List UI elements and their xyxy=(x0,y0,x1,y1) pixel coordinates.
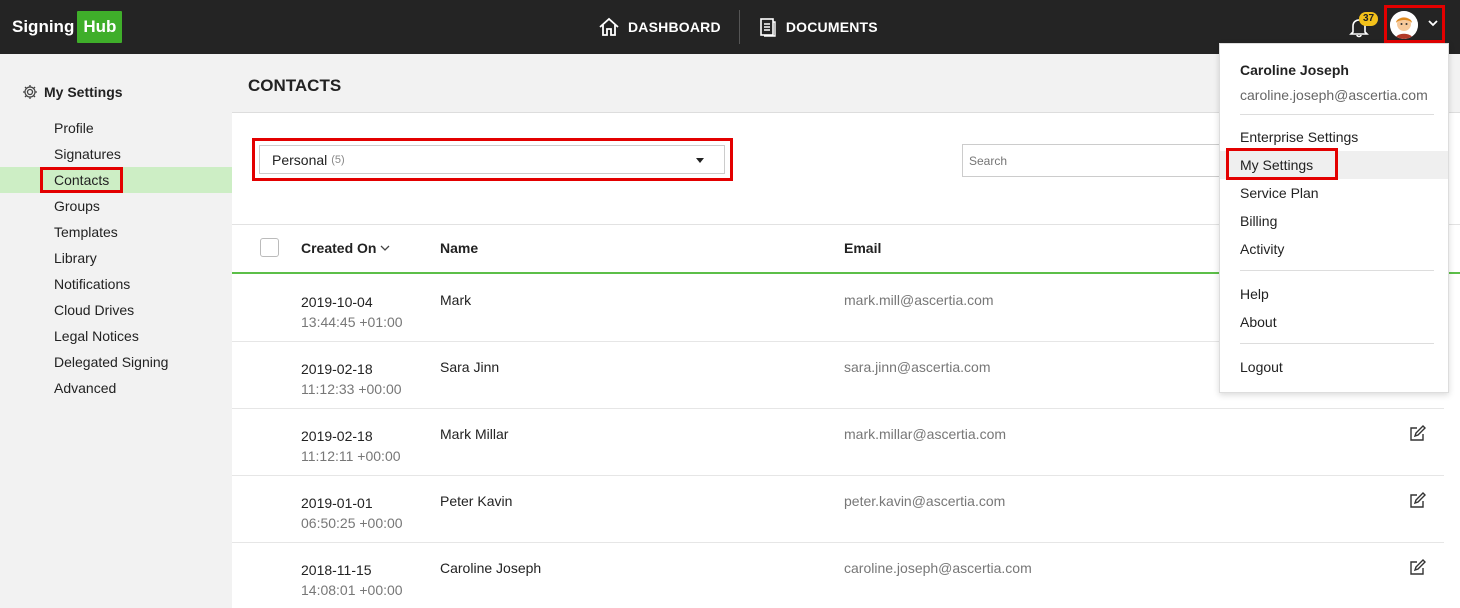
sidebar-item-cloud-drives[interactable]: Cloud Drives xyxy=(0,297,232,323)
sidebar-title-label: My Settings xyxy=(44,84,123,100)
app-logo[interactable]: Signing Hub xyxy=(12,11,123,43)
menu-item-about[interactable]: About xyxy=(1220,308,1448,336)
menu-item-enterprise-settings[interactable]: Enterprise Settings xyxy=(1220,123,1448,151)
sidebar-item-groups[interactable]: Groups xyxy=(0,193,232,219)
home-icon xyxy=(599,17,619,36)
name-cell: Mark Millar xyxy=(440,426,509,442)
created-on-cell: 2019-02-18 11:12:33 +00:00 xyxy=(301,361,402,397)
sidebar-item-templates[interactable]: Templates xyxy=(0,219,232,245)
menu-user-email: caroline.joseph@ascertia.com xyxy=(1240,87,1428,103)
sidebar-item-library[interactable]: Library xyxy=(0,245,232,271)
highlight-box xyxy=(1226,148,1338,180)
nav-documents[interactable]: DOCUMENTS xyxy=(758,17,878,37)
email-cell: peter.kavin@ascertia.com xyxy=(844,493,1006,509)
menu-item-service-plan[interactable]: Service Plan xyxy=(1220,179,1448,207)
column-created-on[interactable]: Created On xyxy=(301,240,391,256)
chevron-down-icon xyxy=(1428,20,1438,27)
menu-user-name: Caroline Joseph xyxy=(1240,62,1349,78)
created-on-cell: 2019-10-04 13:44:45 +01:00 xyxy=(301,294,403,330)
email-cell: mark.mill@ascertia.com xyxy=(844,292,994,308)
column-email[interactable]: Email xyxy=(844,240,881,256)
sidebar-list: Profile Signatures Contacts Groups Templ… xyxy=(0,115,232,401)
edit-icon[interactable] xyxy=(1408,425,1426,443)
sidebar-item-delegated-signing[interactable]: Delegated Signing xyxy=(0,349,232,375)
name-cell: Caroline Joseph xyxy=(440,560,542,576)
edit-icon[interactable] xyxy=(1408,559,1426,577)
highlight-box xyxy=(40,167,123,193)
notification-badge: 37 xyxy=(1359,12,1379,26)
caret-down-icon xyxy=(696,158,704,163)
sidebar-item-legal-notices[interactable]: Legal Notices xyxy=(0,323,232,349)
document-icon xyxy=(760,18,776,37)
name-cell: Peter Kavin xyxy=(440,493,513,509)
main-nav: DASHBOARD DOCUMENTS xyxy=(598,0,878,54)
nav-dashboard-label: DASHBOARD xyxy=(628,19,721,35)
table-row[interactable]: 2019-02-18 11:12:11 +00:00 Mark Millar ma… xyxy=(232,409,1444,476)
name-cell: Sara Jinn xyxy=(440,359,500,375)
menu-item-help[interactable]: Help xyxy=(1220,280,1448,308)
table-row[interactable]: 2019-01-01 06:50:25 +00:00 Peter Kavin pe… xyxy=(232,476,1444,543)
edit-icon[interactable] xyxy=(1408,492,1426,510)
chevron-down-icon xyxy=(381,245,390,251)
nav-divider xyxy=(738,10,740,44)
nav-dashboard[interactable]: DASHBOARD xyxy=(598,17,721,37)
created-on-cell: 2018-11-15 14:08:01 +00:00 xyxy=(301,562,403,598)
logo-text-hub: Hub xyxy=(77,11,123,43)
gear-icon xyxy=(23,85,37,99)
avatar xyxy=(1390,11,1418,39)
logo-text-signing: Signing xyxy=(12,17,75,36)
select-all-checkbox[interactable] xyxy=(260,238,279,257)
email-cell: sara.jinn@ascertia.com xyxy=(844,359,991,375)
name-cell: Mark xyxy=(440,292,472,308)
sidebar-title: My Settings xyxy=(22,84,123,100)
highlight-box: Personal (5) xyxy=(252,138,733,181)
menu-divider xyxy=(1240,114,1434,115)
contact-type-value: Personal xyxy=(272,151,328,168)
email-cell: caroline.joseph@ascertia.com xyxy=(844,560,1032,576)
sidebar-item-notifications[interactable]: Notifications xyxy=(0,271,232,297)
menu-divider xyxy=(1240,343,1434,344)
column-name[interactable]: Name xyxy=(440,240,478,256)
contact-type-select[interactable]: Personal (5) xyxy=(259,145,725,174)
menu-item-activity[interactable]: Activity xyxy=(1220,235,1448,263)
page-title: CONTACTS xyxy=(248,76,342,95)
user-dropdown-menu: Caroline Joseph caroline.joseph@ascertia… xyxy=(1219,43,1449,393)
email-cell: mark.millar@ascertia.com xyxy=(844,426,1007,442)
sidebar-item-contacts[interactable]: Contacts xyxy=(0,167,232,193)
sidebar: My Settings Profile Signatures Contacts … xyxy=(0,54,232,608)
sidebar-item-advanced[interactable]: Advanced xyxy=(0,375,232,401)
created-on-cell: 2019-01-01 06:50:25 +00:00 xyxy=(301,495,403,531)
menu-divider xyxy=(1240,270,1434,271)
search-input[interactable] xyxy=(962,144,1222,177)
table-row[interactable]: 2018-11-15 14:08:01 +00:00 Caroline Josep… xyxy=(232,543,1444,608)
menu-item-billing[interactable]: Billing xyxy=(1220,207,1448,235)
contact-type-count: (5) xyxy=(331,153,345,166)
user-menu-toggle[interactable] xyxy=(1384,5,1445,43)
nav-documents-label: DOCUMENTS xyxy=(785,19,878,35)
sidebar-item-signatures[interactable]: Signatures xyxy=(0,141,232,167)
sidebar-item-profile[interactable]: Profile xyxy=(0,115,232,141)
menu-item-logout[interactable]: Logout xyxy=(1220,353,1448,381)
created-on-cell: 2019-02-18 11:12:11 +00:00 xyxy=(301,428,401,464)
